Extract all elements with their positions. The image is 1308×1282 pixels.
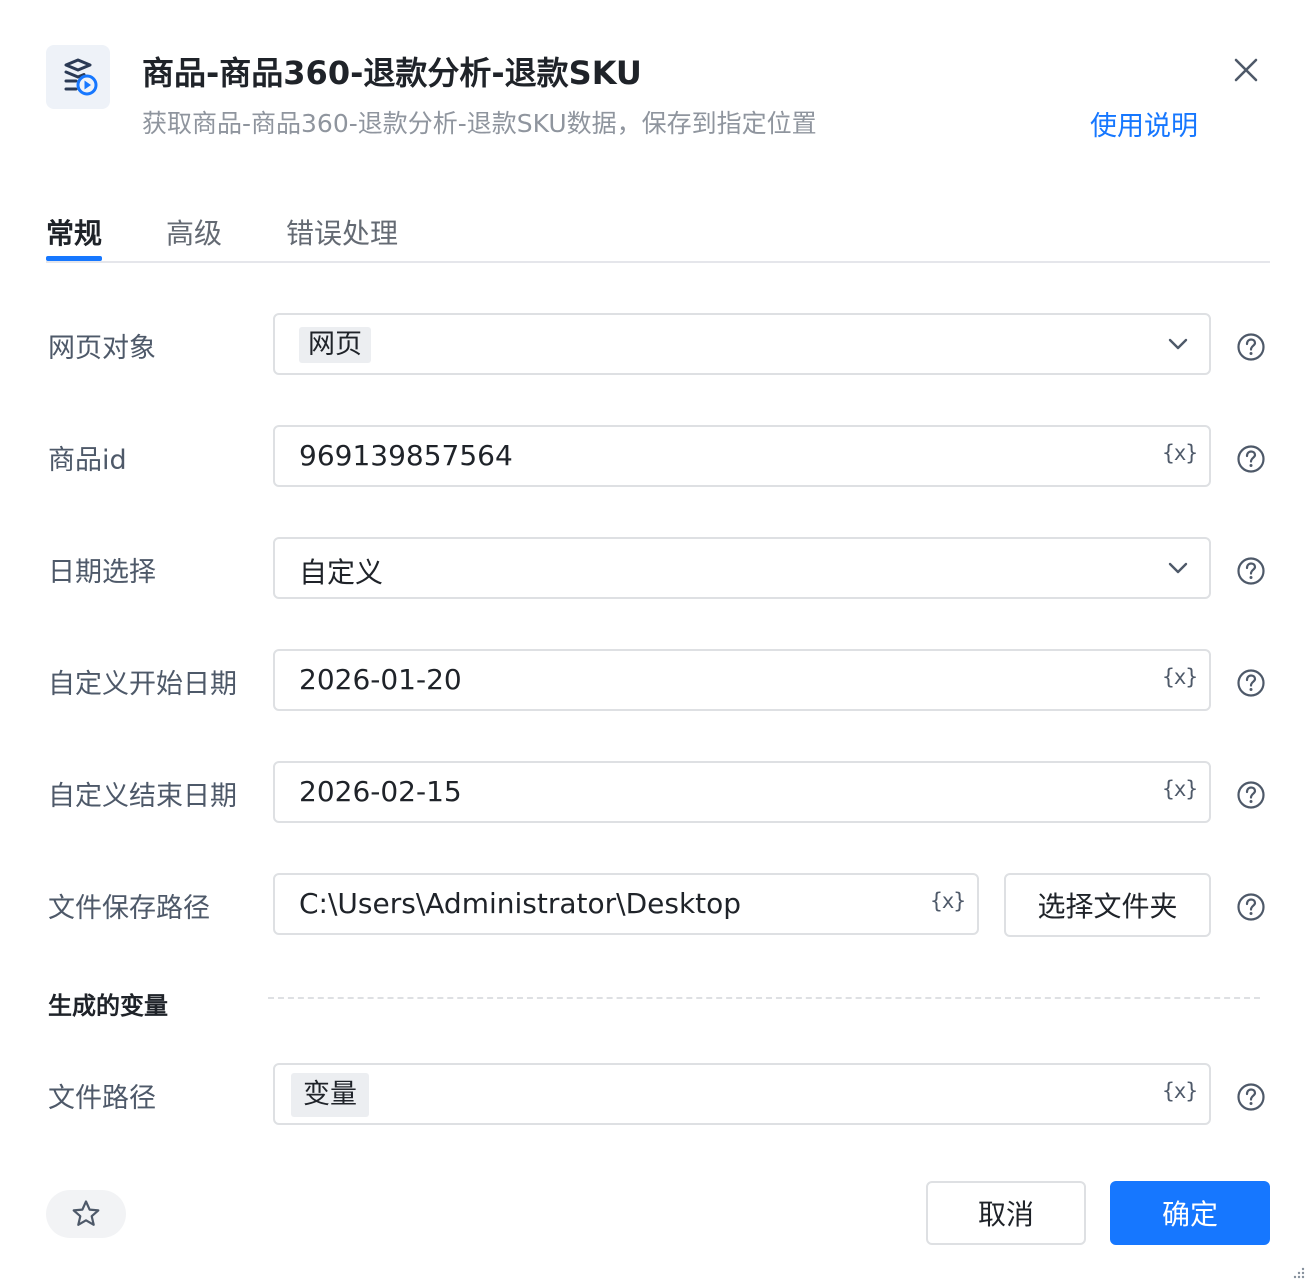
chevron-down-icon[interactable] <box>1165 331 1191 357</box>
product-id-value: 969139857564 <box>299 439 513 472</box>
web-object-label: 网页对象 <box>48 333 156 364</box>
help-icon[interactable] <box>1236 1082 1266 1112</box>
web-object-select[interactable]: 网页 <box>273 313 1211 375</box>
favorite-button[interactable] <box>46 1190 126 1238</box>
select-folder-button[interactable]: 选择文件夹 <box>1004 873 1211 937</box>
resize-grip-icon[interactable] <box>1290 1264 1306 1280</box>
dialog-title: 商品-商品360-退款分析-退款SKU <box>142 54 642 92</box>
help-icon[interactable] <box>1236 444 1266 474</box>
star-icon <box>72 1200 100 1226</box>
variable-insert-button[interactable]: {x} <box>1162 1079 1198 1103</box>
end-date-label: 自定义结束日期 <box>48 781 237 812</box>
variable-insert-button[interactable]: {x} <box>1162 777 1198 801</box>
close-icon <box>1234 58 1258 82</box>
start-date-label: 自定义开始日期 <box>48 669 237 700</box>
active-tab-indicator <box>46 256 102 261</box>
dialog-subtitle: 获取商品-商品360-退款分析-退款SKU数据，保存到指定位置 <box>142 109 817 138</box>
variable-insert-button[interactable]: {x} <box>930 889 966 913</box>
tab-advanced[interactable]: 高级 <box>166 212 222 252</box>
help-icon[interactable] <box>1236 668 1266 698</box>
help-icon[interactable] <box>1236 332 1266 362</box>
help-icon[interactable] <box>1236 892 1266 922</box>
product-id-input[interactable]: 969139857564 {x} <box>273 425 1211 487</box>
file-path-variable-input[interactable]: 变量 {x} <box>273 1063 1211 1125</box>
chevron-down-icon[interactable] <box>1165 555 1191 581</box>
variable-insert-button[interactable]: {x} <box>1162 665 1198 689</box>
usage-instructions-link[interactable]: 使用说明 <box>1090 104 1198 143</box>
help-icon[interactable] <box>1236 780 1266 810</box>
tab-general[interactable]: 常规 <box>46 212 102 252</box>
variable-insert-button[interactable]: {x} <box>1162 441 1198 465</box>
save-path-label: 文件保存路径 <box>48 893 210 924</box>
date-select-label: 日期选择 <box>48 557 156 588</box>
data-extract-icon <box>46 45 110 109</box>
save-path-value: C:\Users\Administrator\Desktop <box>299 887 742 920</box>
help-icon[interactable] <box>1236 556 1266 586</box>
file-path-label: 文件路径 <box>48 1083 156 1114</box>
start-date-input[interactable]: 2026-01-20 {x} <box>273 649 1211 711</box>
date-select-dropdown[interactable]: 自定义 <box>273 537 1211 599</box>
product-id-label: 商品id <box>48 445 127 476</box>
cancel-button[interactable]: 取消 <box>926 1181 1086 1245</box>
end-date-value: 2026-02-15 <box>299 775 462 808</box>
date-select-value: 自定义 <box>299 556 384 589</box>
section-divider <box>268 997 1260 999</box>
start-date-value: 2026-01-20 <box>299 663 462 696</box>
end-date-input[interactable]: 2026-02-15 {x} <box>273 761 1211 823</box>
tab-bar: 常规 高级 错误处理 <box>46 200 1270 263</box>
web-object-chip: 网页 <box>299 327 371 363</box>
save-path-input[interactable]: C:\Users\Administrator\Desktop {x} <box>273 873 979 935</box>
close-button[interactable] <box>1226 50 1266 90</box>
output-variables-heading: 生成的变量 <box>48 992 168 1020</box>
variable-chip: 变量 <box>291 1073 369 1117</box>
tab-error-handling[interactable]: 错误处理 <box>286 212 398 252</box>
confirm-button[interactable]: 确定 <box>1110 1181 1270 1245</box>
